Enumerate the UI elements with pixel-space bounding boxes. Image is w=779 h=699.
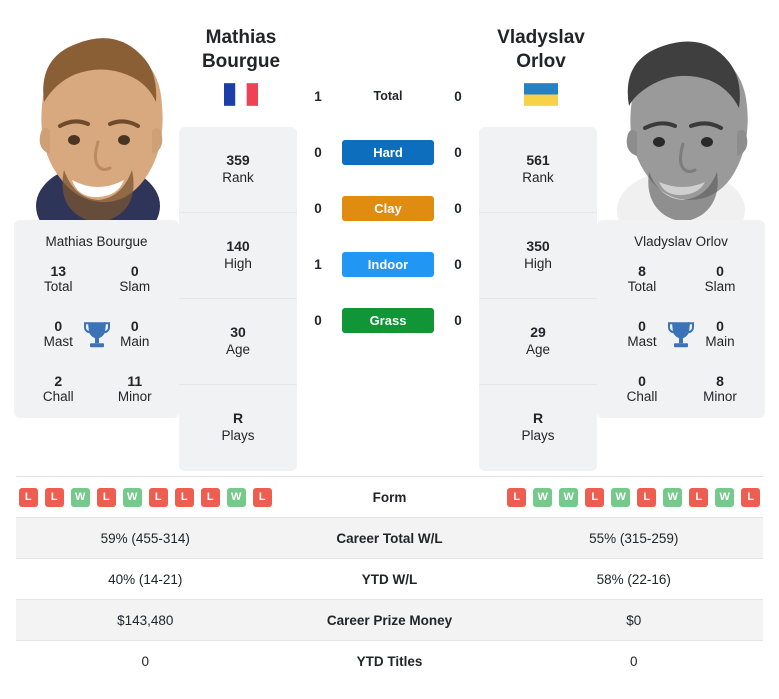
table-row-prize-money: $143,480 Career Prize Money $0 <box>16 599 763 640</box>
form-badge-loss: L <box>689 487 709 507</box>
left-prize-money: $143,480 <box>117 612 174 628</box>
table-row-ytd-wl: 40% (14-21) YTD W/L 58% (22-16) <box>16 558 763 599</box>
ukraine-flag-icon <box>524 82 558 106</box>
row-label-ytd-titles: YTD Titles <box>356 653 423 669</box>
right-ytd-wl: 58% (22-16) <box>596 571 671 587</box>
left-ytd-wl: 40% (14-21) <box>108 571 183 587</box>
table-row-career-wl: 59% (455-314) Career Total W/L 55% (315-… <box>16 517 763 558</box>
right-slam-titles: 0 Slam <box>704 263 736 295</box>
right-career-wl: 55% (315-259) <box>589 530 679 546</box>
right-h2h-hard: 0 <box>454 144 462 160</box>
form-badge-loss: L <box>637 487 657 507</box>
row-label-prize-money: Career Prize Money <box>326 612 453 628</box>
surface-row-clay: 0 Clay 0 <box>297 180 479 236</box>
right-h2h-indoor: 0 <box>454 256 462 272</box>
right-player-column: Vladyslav Orlov 8 Total 0 Slam 0 Mast 0 … <box>597 10 765 418</box>
left-slam-titles: 0 Slam <box>119 263 151 295</box>
form-badge-loss: L <box>741 487 761 507</box>
right-titles-grid: 8 Total 0 Slam 0 Mast 0 Main 0 Chall 8 M… <box>603 263 759 406</box>
left-player-first-name: Mathias <box>205 27 277 48</box>
left-chall-titles: 2 Chall <box>42 372 74 405</box>
form-badge-win: W <box>663 487 683 507</box>
form-badge-loss: L <box>18 487 38 507</box>
left-h2h-indoor: 1 <box>314 256 322 272</box>
form-badge-win: W <box>226 487 246 507</box>
left-player-last-name: Bourgue <box>201 51 281 73</box>
left-h2h-grass: 0 <box>314 312 322 328</box>
row-label-ytd-wl: YTD W/L <box>361 571 418 587</box>
right-ytd-titles: 0 <box>629 653 638 669</box>
surface-badge-grass[interactable]: Grass <box>342 307 434 333</box>
left-h2h-hard: 0 <box>314 144 322 160</box>
left-ytd-titles: 0 <box>141 653 149 669</box>
surface-row-hard: 0 Hard 0 <box>297 124 479 180</box>
surface-row-indoor: 1 Indoor 0 <box>297 236 479 292</box>
form-badge-loss: L <box>585 487 605 507</box>
form-badge-win: W <box>715 487 735 507</box>
form-badge-win: W <box>559 487 579 507</box>
form-badge-loss: L <box>44 487 64 507</box>
left-rank-cell: 359 Rank <box>179 127 297 213</box>
left-player-photo <box>14 10 179 220</box>
surface-badge-hard[interactable]: Hard <box>342 139 434 165</box>
right-age-cell: 29 Age <box>479 299 597 385</box>
left-high-cell: 140 High <box>179 213 297 299</box>
left-player-column: Mathias Bourgue 13 Total 0 Slam 0 Mast 0… <box>14 10 179 418</box>
table-row-ytd-titles: 0 YTD Titles 0 <box>16 640 763 681</box>
surface-row-grass: 0 Grass 0 <box>297 292 479 348</box>
table-row-form: LLWLWLLLWL Form LWWLWLWLWL <box>16 476 763 517</box>
surface-badge-clay[interactable]: Clay <box>342 195 434 221</box>
right-chall-titles: 0 Chall <box>626 372 658 405</box>
right-high-cell: 350 High <box>479 213 597 299</box>
form-badge-loss: L <box>96 487 116 507</box>
left-career-wl: 59% (455-314) <box>100 530 190 546</box>
form-badge-loss: L <box>200 487 220 507</box>
left-age-cell: 30 Age <box>179 299 297 385</box>
top-comparison-area: Mathias Bourgue 13 Total 0 Slam 0 Mast 0… <box>0 0 779 472</box>
surface-h2h-column: 1 Total 0 0 Hard 0 0 Clay 0 1 Indoor 0 0 <box>297 10 479 348</box>
form-badge-win: W <box>533 487 553 507</box>
right-card-player-name: Vladyslav Orlov <box>634 234 728 249</box>
surface-badge-indoor[interactable]: Indoor <box>342 251 434 277</box>
right-h2h-grass: 0 <box>454 312 462 328</box>
right-total-titles: 8 Total <box>627 263 657 295</box>
left-form-cell: LLWLWLLLWL <box>16 487 275 507</box>
form-badge-loss: L <box>507 487 527 507</box>
form-badge-win: W <box>70 487 90 507</box>
right-titles-card: Vladyslav Orlov 8 Total 0 Slam 0 Mast 0 … <box>597 220 765 418</box>
trophy-icon <box>83 322 110 348</box>
left-titles-card: Mathias Bourgue 13 Total 0 Slam 0 Mast 0… <box>14 220 179 418</box>
row-label-form: Form <box>372 489 407 505</box>
right-rank-cell: 561 Rank <box>479 127 597 213</box>
france-flag-icon <box>224 82 258 106</box>
left-player-headline: Mathias Bourgue <box>161 26 321 106</box>
left-form-badges: LLWLWLLLWL <box>16 487 275 507</box>
row-label-career-wl: Career Total W/L <box>336 530 443 546</box>
left-minor-titles: 11 Minor <box>117 372 152 405</box>
right-minor-titles: 8 Minor <box>703 372 737 405</box>
comparison-table: LLWLWLLLWL Form LWWLWLWLWL 59% (455-314)… <box>16 476 763 681</box>
right-player-photo <box>597 10 765 220</box>
form-badge-loss: L <box>174 487 194 507</box>
left-card-player-name: Mathias Bourgue <box>45 234 148 249</box>
left-total-titles: 13 Total <box>43 263 73 295</box>
h2h-comparison-page: Mathias Bourgue Vladyslav Orlov Mathias … <box>0 0 779 699</box>
right-plays-cell: R Plays <box>521 410 555 444</box>
right-h2h-clay: 0 <box>454 200 462 216</box>
surface-row-total: 1 Total 0 <box>297 68 479 124</box>
form-badge-win: W <box>611 487 631 507</box>
left-h2h-clay: 0 <box>314 200 322 216</box>
form-badge-loss: L <box>252 487 272 507</box>
left-stats-column: 359 Rank 140 High 30 Age R Plays <box>179 127 297 471</box>
surface-label-total: Total <box>373 89 403 103</box>
form-badge-loss: L <box>148 487 168 507</box>
left-titles-grid: 13 Total 0 Slam 0 Mast 0 Main 2 Chall 11… <box>20 263 173 406</box>
trophy-icon <box>668 322 694 348</box>
form-badge-win: W <box>122 487 142 507</box>
left-plays-cell: R Plays <box>221 410 255 444</box>
right-stats-column: 561 Rank 350 High 29 Age R Plays <box>479 127 597 471</box>
right-form-badges: LWWLWLWLWL <box>505 487 764 507</box>
right-prize-money: $0 <box>626 612 642 628</box>
right-form-cell: LWWLWLWLWL <box>505 487 764 507</box>
